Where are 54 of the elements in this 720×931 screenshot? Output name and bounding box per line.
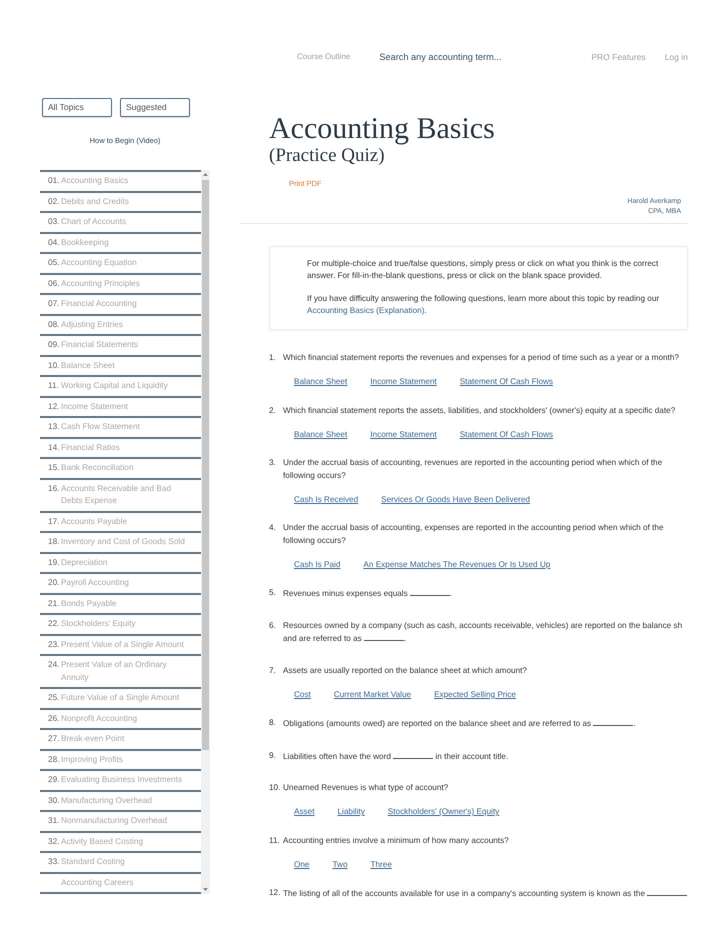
answer-link[interactable]: Two	[332, 858, 348, 871]
question-text: Liabilities often have the word in their account title.	[283, 750, 510, 762]
answer-link[interactable]: Three	[370, 858, 392, 871]
question-number: 12.	[269, 887, 282, 899]
question-text: Obligations (amounts owed) are reported on the balance sheet and are referred to as .	[283, 717, 637, 730]
scroll-down-arrow-icon[interactable]	[203, 888, 208, 891]
answer-link[interactable]: Cash Is Received	[294, 494, 358, 506]
page-title: Accounting Basics	[269, 113, 495, 145]
answer-link[interactable]: One	[294, 858, 310, 871]
answer-link[interactable]: Liability	[337, 806, 365, 818]
answer-link[interactable]: Services Or Goods Have Been Delivered	[381, 494, 530, 506]
question-number: 8.	[269, 717, 277, 729]
question-text: Revenues minus expenses equals .	[283, 587, 454, 600]
answer-link[interactable]: Statement Of Cash Flows	[460, 376, 553, 388]
page-subtitle: (Practice Quiz)	[269, 145, 385, 167]
scroll-up-arrow-icon[interactable]	[203, 173, 208, 176]
explanation-link[interactable]: Accounting Basics (Explanation)	[307, 306, 424, 315]
question-number: 10.	[269, 782, 282, 794]
answer-link[interactable]: Cash Is Paid	[294, 558, 340, 571]
answer-link[interactable]: Balance Sheet	[294, 376, 348, 388]
question-text: Resources owned by a company (such as cash, accounts receivable, vehicles) are reported on the balance sh and are referred to as .	[283, 620, 684, 645]
search-field[interactable]: Search any accounting term...	[379, 50, 560, 64]
question-number: 4.	[269, 522, 277, 534]
question-text: The listing of all of the accounts available for use in a company's accounting system is known as the	[283, 887, 688, 900]
answer-link[interactable]: Income Statement	[370, 428, 437, 441]
question-number: 2.	[269, 404, 277, 416]
question-number: 7.	[269, 664, 277, 676]
question-number: 1.	[269, 352, 277, 364]
question-text: Assets are usually reported on the balance sheet at which amount?	[283, 664, 528, 677]
question-number: 3.	[269, 457, 277, 469]
topic-filter-button[interactable]: Suggested	[120, 98, 190, 117]
answer-link[interactable]: Current Market Value	[334, 688, 412, 701]
question-text: Unearned Revenues is what type of account?	[283, 782, 450, 794]
answer-link[interactable]: Balance Sheet	[294, 428, 348, 441]
answer-link[interactable]: Income Statement	[370, 376, 437, 388]
question-number: 5.	[269, 587, 277, 599]
answer-link[interactable]: Statement Of Cash Flows	[460, 428, 553, 441]
question-text: Under the accrual basis of accounting, revenues are reported in the accounting period when which of the following occurs?	[283, 457, 664, 482]
answer-link[interactable]: Cost	[294, 688, 311, 701]
question-text: Which financial statement reports the assets, liabilities, and stockholders' (owner's) equity at a specific date?	[283, 404, 676, 417]
instructions-text: If you have difficulty answering the following questions, learn more about this topic by reading our Accounting Basics (Explanation).	[307, 293, 660, 317]
answer-link[interactable]: Asset	[294, 806, 314, 818]
scrollbar-thumb[interactable]	[202, 180, 209, 750]
question-text: Under the accrual basis of accounting, expenses are reported in the accounting period when which of the following occurs?	[283, 522, 664, 547]
answer-link[interactable]: Expected Selling Price	[434, 688, 516, 701]
question-number: 11.	[269, 834, 281, 846]
answer-link[interactable]: An Expense Matches The Revenues Or Is Used Up	[363, 558, 550, 571]
topic-filter-button[interactable]: All Topics	[42, 98, 112, 117]
question-number: 9.	[269, 750, 277, 762]
answer-link[interactable]: Stockholders' (Owner's) Equity	[388, 806, 500, 818]
instructions-text: For multiple-choice and true/false questions, simply press or click on what you think is the correct answer. For fill-in-the-blank questions, press or click on the blank space provided.	[307, 258, 660, 282]
question-text: Which financial statement reports the revenues and expenses for a period of time such as a year or a month?	[283, 352, 680, 364]
question-number: 6.	[269, 620, 277, 632]
question-text: Accounting entries involve a minimum of how many accounts?	[283, 834, 510, 847]
